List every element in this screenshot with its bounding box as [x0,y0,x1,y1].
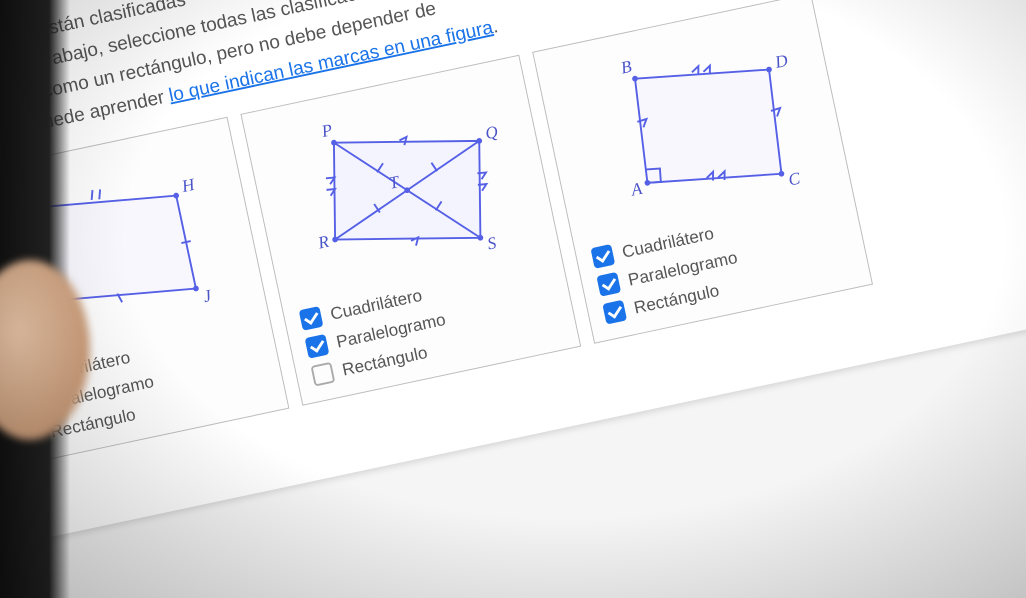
vertex-Q: Q [484,122,501,143]
vertex-R: R [315,232,331,253]
checkbox-icon [305,334,330,359]
checkbox-icon [596,272,621,297]
figure-card-3: A B C D Cuadrilátero Paralelogramo Rect [532,0,873,344]
vertex-J: J [202,286,215,306]
figure-card-2: P Q R S T Cuadrilátero Paralelogramo [240,55,581,406]
vertex-C: C [787,168,803,189]
vertex-H: H [179,175,198,197]
vertex-P: P [319,120,334,141]
vertex-D: D [772,51,790,72]
checkbox-icon [299,306,324,331]
vertex-S: S [486,233,499,253]
worksheet-page: de las figuras están clasificadas en cad… [0,0,1026,550]
checkbox-icon [602,300,627,325]
vertex-B: B [619,57,634,78]
vertex-A: A [629,179,645,200]
checkbox-icon [311,362,336,387]
checkbox-icon [590,244,615,269]
